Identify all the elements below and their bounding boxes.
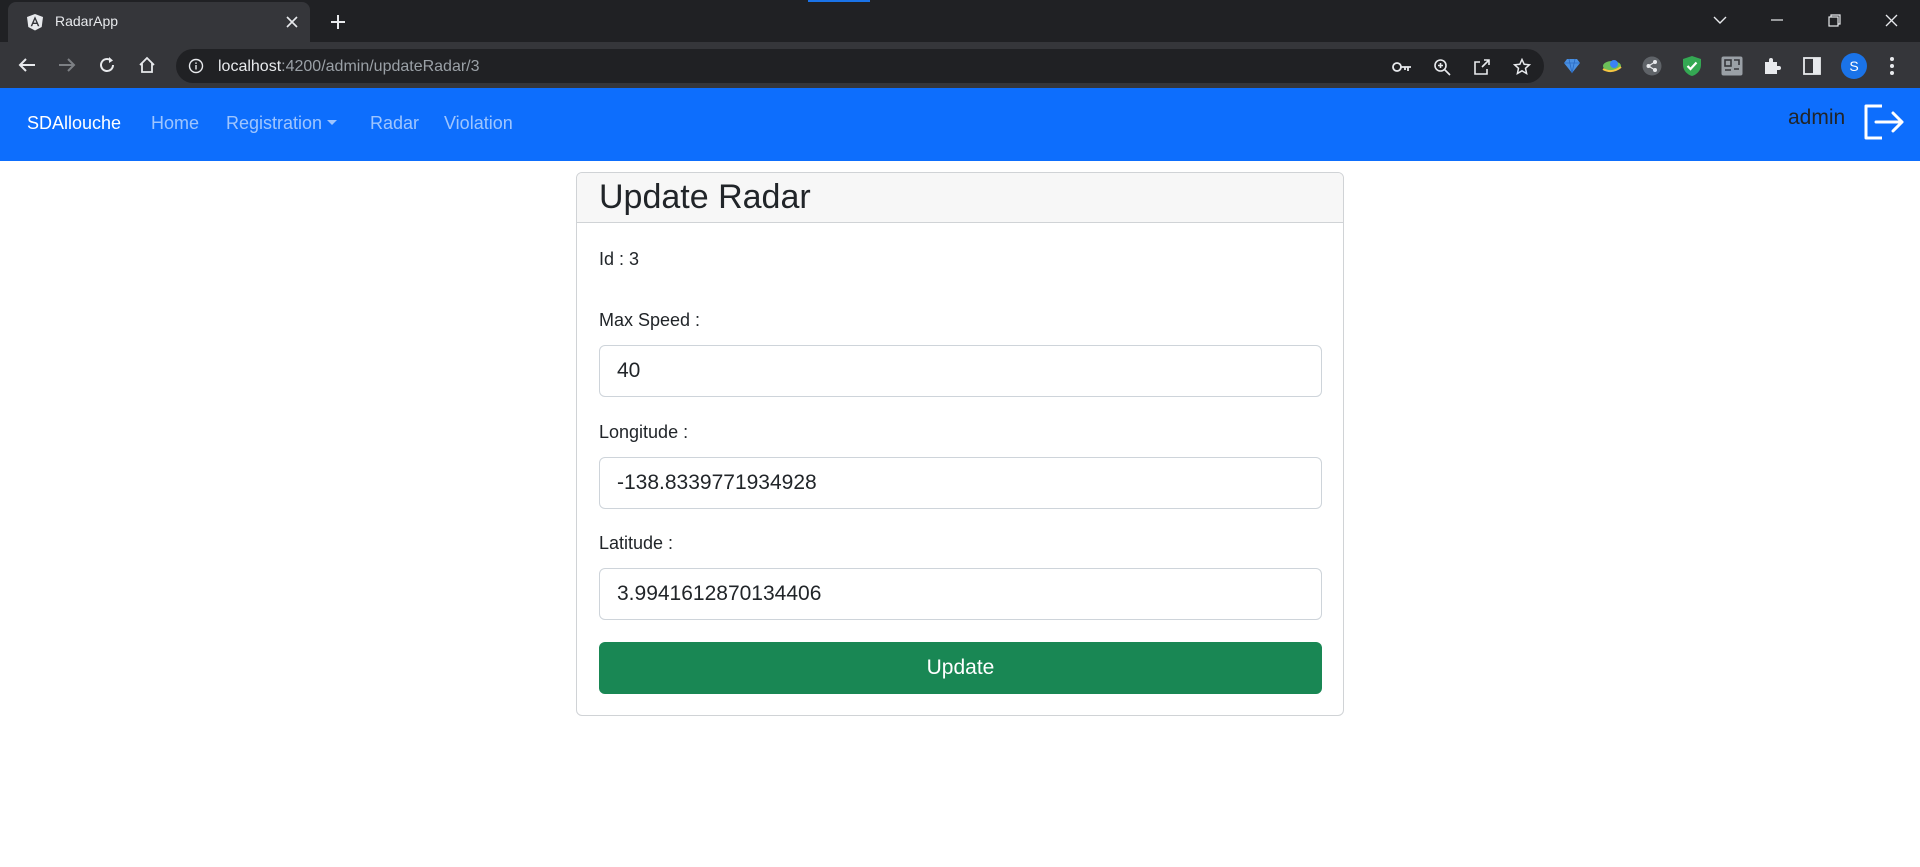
menu-kebab-icon[interactable] xyxy=(1884,53,1900,79)
angular-icon xyxy=(27,14,43,31)
tab-search-icon[interactable] xyxy=(1692,0,1748,40)
nav-dropdown-registration-label: Registration xyxy=(226,113,323,133)
latitude-label: Latitude : xyxy=(599,533,674,553)
browser-tabstrip: RadarApp xyxy=(0,0,1920,42)
close-window-icon[interactable] xyxy=(1863,0,1919,40)
card-header: Update Radar xyxy=(577,173,1343,223)
forward-icon[interactable] xyxy=(52,50,82,80)
back-icon[interactable] xyxy=(12,50,42,80)
nav-link-radar[interactable]: Radar xyxy=(370,113,419,134)
nav-link-violation[interactable]: Violation xyxy=(444,113,513,134)
new-tab-icon[interactable] xyxy=(324,10,352,34)
nav-dropdown-registration[interactable]: Registration xyxy=(226,113,338,134)
update-button[interactable]: Update xyxy=(599,642,1322,694)
puzzle-icon[interactable] xyxy=(1761,55,1783,77)
tab-title: RadarApp xyxy=(55,13,119,29)
share-extension-icon[interactable] xyxy=(1641,55,1663,77)
browser-tab[interactable]: RadarApp xyxy=(8,2,310,42)
qr-extension-icon[interactable] xyxy=(1721,55,1743,77)
reload-icon[interactable] xyxy=(92,50,122,80)
current-user: admin xyxy=(1788,106,1846,129)
address-bar[interactable]: localhost:4200/admin/updateRadar/3 xyxy=(176,49,1544,83)
logout-icon[interactable] xyxy=(1862,102,1906,142)
zoom-icon[interactable] xyxy=(1432,57,1452,77)
update-radar-card: Update Radar Id : 3 Max Speed : Longitud… xyxy=(576,172,1344,716)
latitude-input[interactable] xyxy=(599,568,1322,620)
shield-extension-icon[interactable] xyxy=(1681,55,1703,77)
longitude-input[interactable] xyxy=(599,457,1322,509)
max-speed-input[interactable] xyxy=(599,345,1322,397)
site-info-icon[interactable] xyxy=(188,58,204,74)
minimize-icon[interactable] xyxy=(1749,0,1805,40)
browser-toolbar: localhost:4200/admin/updateRadar/3 xyxy=(0,42,1920,88)
close-tab-icon[interactable] xyxy=(282,12,302,32)
globe-extension-icon[interactable] xyxy=(1601,55,1623,77)
key-icon[interactable] xyxy=(1392,57,1412,77)
max-speed-label: Max Speed : xyxy=(599,310,701,330)
caret-down-icon xyxy=(327,120,338,125)
app-navbar: SDAllouche Home Registration Radar Viola… xyxy=(0,88,1920,161)
tab-indicator xyxy=(808,0,870,2)
star-icon[interactable] xyxy=(1512,57,1532,77)
nav-link-home[interactable]: Home xyxy=(151,113,199,134)
share-icon[interactable] xyxy=(1472,57,1492,77)
card-title: Update Radar xyxy=(599,178,811,216)
restore-icon[interactable] xyxy=(1806,0,1862,40)
longitude-label: Longitude : xyxy=(599,422,689,442)
diamond-extension-icon[interactable] xyxy=(1561,55,1583,77)
url-text: localhost:4200/admin/updateRadar/3 xyxy=(218,58,480,76)
navbar-brand[interactable]: SDAllouche xyxy=(27,113,121,134)
side-panel-icon[interactable] xyxy=(1801,55,1823,77)
profile-avatar[interactable]: S xyxy=(1841,53,1867,79)
url-host: localhost xyxy=(218,58,282,75)
radar-id-text: Id : 3 xyxy=(599,249,640,269)
home-icon[interactable] xyxy=(132,50,162,80)
url-path: :4200/admin/updateRadar/3 xyxy=(281,58,480,75)
